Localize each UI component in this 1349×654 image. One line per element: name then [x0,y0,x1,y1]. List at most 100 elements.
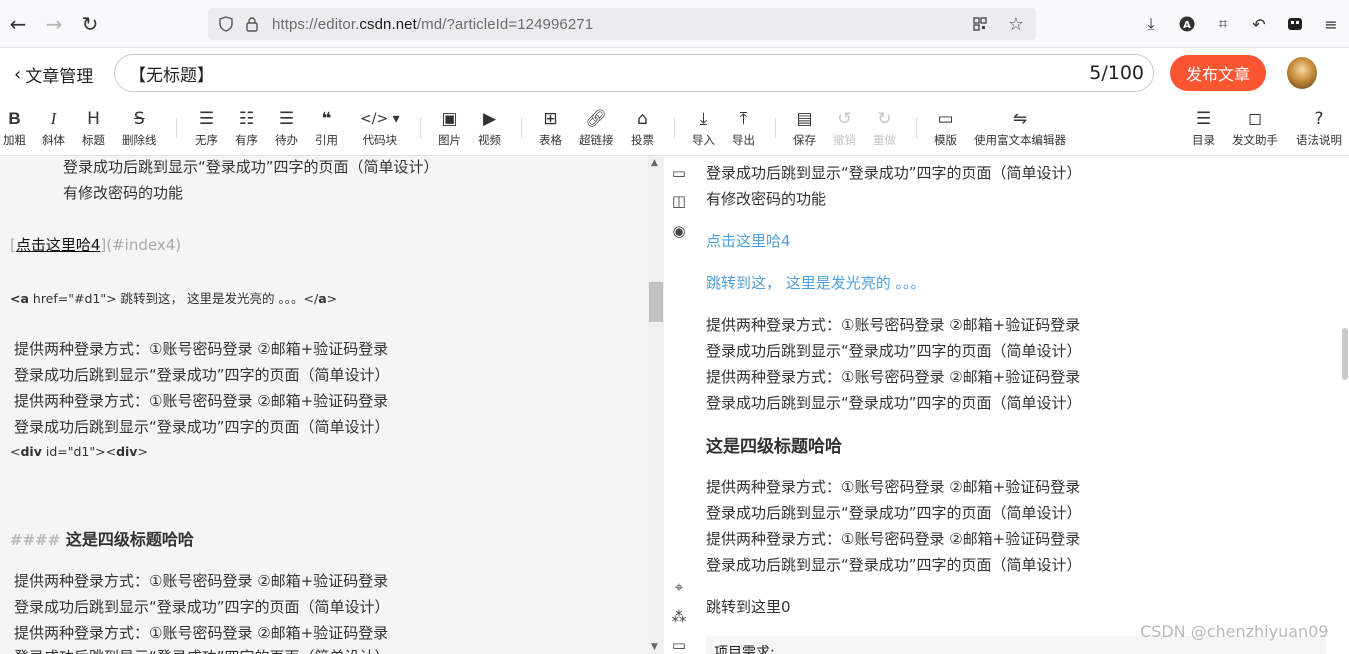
download-icon[interactable]: ⤓ [1137,8,1165,40]
qr-code-icon[interactable] [968,12,992,36]
editor-line: 登录成功后跳到显示“登录成功”四字的页面（简单设计） [14,366,390,384]
publish-button[interactable]: 发布文章 [1170,55,1266,91]
template-button[interactable]: ▭ 模版 [934,108,957,148]
preview-paragraph: 有修改密码的功能 [706,190,827,208]
title-input[interactable]: 【无标题】 5/100 [114,54,1154,92]
code-block-button[interactable]: </> ▾ 代码块 [360,108,400,148]
toc-button[interactable]: ☰ 目录 [1192,108,1215,148]
editor-line: 提供两种登录方式：①账号密码登录 ②邮箱+验证码登录 [14,624,389,642]
vote-button[interactable]: ⌂ 投票 [631,108,654,148]
editor-header: ‹ 文章管理 【无标题】 5/100 发布文章 [0,48,1349,100]
export-icon: ⤒ [739,109,748,129]
toolbar-divider [521,117,522,139]
editor-line: 提供两种登录方式：①账号密码登录 ②邮箱+验证码登录 [14,340,389,358]
bold-button[interactable]: B 加粗 [3,108,26,148]
import-icon: ⤓ [699,109,708,129]
preview-paragraph: 提供两种登录方式：①账号密码登录 ②邮箱+验证码登录 [706,316,1081,334]
shield-icon[interactable] [214,12,238,36]
image-button[interactable]: ▣ 图片 [438,108,461,148]
reload-icon[interactable]: ↻ [72,6,108,42]
scroll-up-arrow-icon[interactable]: ▲ [651,158,658,168]
locate-icon[interactable]: ⌖ [666,576,692,598]
toolbar-divider [775,117,776,139]
toolbar-divider [420,117,421,139]
export-button[interactable]: ⤒ 导出 [732,108,755,148]
editor-line: 提供两种登录方式：①账号密码登录 ②邮箱+验证码登录 [14,572,389,590]
sync-scroll-icon[interactable]: ⁂ [666,606,692,628]
redo-icon: ↻ [877,109,892,129]
strikethrough-icon: S [133,109,145,129]
italic-icon: I [50,109,57,128]
save-icon: ▤ [796,109,813,129]
rich-text-editor-button[interactable]: ⇋ 使用富文本编辑器 [974,108,1066,148]
preview-scrollbar[interactable] [1341,156,1349,654]
back-arrow-icon[interactable]: ← [0,6,36,42]
heading-button[interactable]: H 标题 [82,108,105,148]
hyperlink-button[interactable]: 🔗︎ 超链接 [579,108,614,148]
video-button[interactable]: ▶ 视频 [478,108,501,148]
account-icon[interactable]: A [1173,8,1201,40]
editor-line: [点击这里哈4](#index4) [10,236,182,254]
strikethrough-button[interactable]: S 删除线 [122,108,157,148]
editor-line: 有修改密码的功能 [63,184,184,202]
preview-paragraph: 跳转到这里0 [706,598,791,616]
url-text[interactable]: https://editor.csdn.net/md/?articleId=12… [272,16,593,33]
vote-icon: ⌂ [637,109,648,129]
chevron-left-icon: ‹ [14,64,22,85]
todo-list-button[interactable]: ☰ 待办 [275,108,298,148]
preview-paragraph: 登录成功后跳到显示“登录成功”四字的页面（简单设计） [706,504,1082,522]
code-icon: </> ▾ [360,111,400,127]
lock-icon[interactable] [240,12,264,36]
layout-split-icon[interactable]: ◫ [666,190,692,212]
toolbar-divider [674,117,675,139]
ordered-list-button[interactable]: ☷ 有序 [235,108,258,148]
preview-paragraph: 登录成功后跳到显示“登录成功”四字的页面（简单设计） [706,394,1082,412]
editor-toolbar: B 加粗 I 斜体 H 标题 S 删除线 ☰ 无序 ☷ 有序 ☰ 待办 ❝ 引用 </> ▾ 代码… [0,100,1349,156]
preview-eye-icon[interactable]: ◉ [666,220,692,242]
editor-line: 登录成功后跳到显示“登录成功”四字的页面（简单设计） [63,158,439,176]
forward-arrow-icon[interactable]: → [36,6,72,42]
toc-icon: ☰ [1195,109,1212,129]
browser-toolbar: ← → ↻ https://editor.csdn.net/md/?articl… [0,0,1349,48]
scroll-down-arrow-icon[interactable]: ▼ [651,642,658,652]
title-value: 【无标题】 [129,65,214,86]
scrollbar-thumb[interactable] [1342,328,1348,380]
extension-icon[interactable] [1281,8,1309,40]
undo-arrow-icon[interactable]: ↶ [1245,8,1273,40]
template-icon: ▭ [937,109,954,129]
unordered-list-button[interactable]: ☰ 无序 [195,108,218,148]
preview-paragraph: 提供两种登录方式：①账号密码登录 ②邮箱+验证码登录 [706,478,1081,496]
editor-line: 提供两种登录方式：①账号密码登录 ②邮箱+验证码登录 [14,392,389,410]
back-to-articles-link[interactable]: ‹ 文章管理 [14,62,93,87]
preview-paragraph: 登录成功后跳到显示“登录成功”四字的页面（简单设计） [706,164,1082,182]
address-bar[interactable]: https://editor.csdn.net/md/?articleId=12… [208,8,1036,40]
watermark: CSDN @chenzhiyuan09 [1140,622,1329,641]
menu-icon[interactable]: ≡ [1317,8,1345,40]
syntax-help-button[interactable]: ? 语法说明 [1296,108,1342,148]
preview-link[interactable]: 点击这里哈4 [706,230,791,251]
editor-scrollbar[interactable]: ▲ ▼ [648,156,664,654]
markdown-editor[interactable]: 登录成功后跳到显示“登录成功”四字的页面（简单设计） 有修改密码的功能 [点击这… [0,156,664,654]
preview-paragraph: 登录成功后跳到显示“登录成功”四字的页面（简单设计） [706,556,1082,574]
video-icon: ▶ [482,109,497,129]
avatar[interactable] [1287,57,1317,89]
publish-assistant-button[interactable]: ◻ 发文助手 [1232,108,1278,148]
layout-single-icon[interactable]: ▭ [666,162,692,184]
switch-icon: ⇋ [1012,109,1028,129]
preview-link[interactable]: 跳转到这， 这里是发光亮的 。。。 [706,272,926,293]
preview-paragraph: 提供两种登录方式：①账号密码登录 ②邮箱+验证码登录 [706,530,1081,548]
save-button[interactable]: ▤ 保存 [793,108,816,148]
table-button[interactable]: ⊞ 表格 [539,108,562,148]
quote-button[interactable]: ❝ 引用 [315,108,338,148]
crop-icon[interactable]: ⌗ [1209,8,1237,40]
undo-button[interactable]: ↺ 撤销 [833,108,856,148]
image-icon: ▣ [441,109,458,129]
fullscreen-icon[interactable]: ▭ [666,634,692,654]
import-button[interactable]: ⤓ 导入 [692,108,715,148]
scrollbar-thumb[interactable] [649,282,663,322]
back-label: 文章管理 [25,67,94,87]
redo-button[interactable]: ↻ 重做 [873,108,896,148]
bookmark-star-icon[interactable]: ☆ [1004,12,1028,36]
italic-button[interactable]: I 斜体 [42,108,65,148]
editor-line: <a href="#d1"> 跳转到这， 这里是发光亮的 。。。</a> [10,291,338,306]
